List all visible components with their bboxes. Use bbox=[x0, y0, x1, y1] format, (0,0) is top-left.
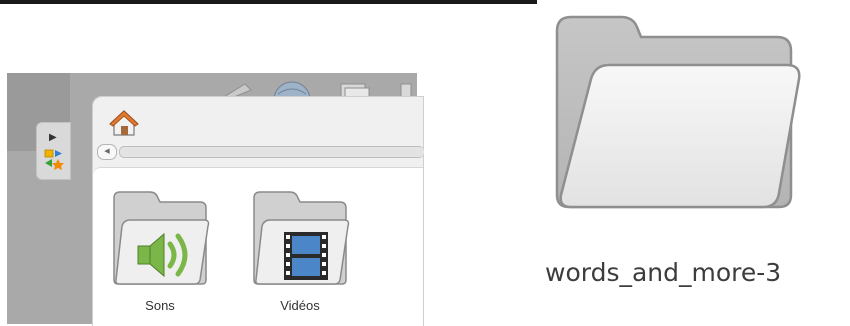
speaker-folder-icon bbox=[113, 191, 210, 285]
mini-apps-icon bbox=[44, 149, 64, 170]
side-tab[interactable]: ▶ bbox=[36, 122, 71, 180]
folder-name: words_and_more-3 bbox=[545, 258, 782, 287]
folder-icon[interactable] bbox=[547, 5, 809, 215]
explorer-window: ◀ Sons Vidéos bbox=[92, 96, 424, 326]
folder-preview: words_and_more-3 bbox=[537, 0, 850, 324]
folder-label: Vidéos bbox=[280, 298, 320, 313]
film-folder-icon bbox=[253, 191, 350, 285]
folder-label: Sons bbox=[145, 298, 175, 313]
folder-sons[interactable]: Sons bbox=[105, 188, 215, 313]
folder-grid: Sons Vidéos bbox=[93, 167, 423, 326]
explorer-panel: ▶ ◀ Sons Vidéos bbox=[0, 0, 537, 326]
folder-videos[interactable]: Vidéos bbox=[245, 188, 355, 313]
horizontal-scrollbar[interactable] bbox=[119, 146, 424, 158]
scroll-left-button[interactable]: ◀ bbox=[97, 144, 117, 160]
home-icon[interactable] bbox=[109, 109, 139, 137]
play-icon: ▶ bbox=[49, 132, 57, 143]
